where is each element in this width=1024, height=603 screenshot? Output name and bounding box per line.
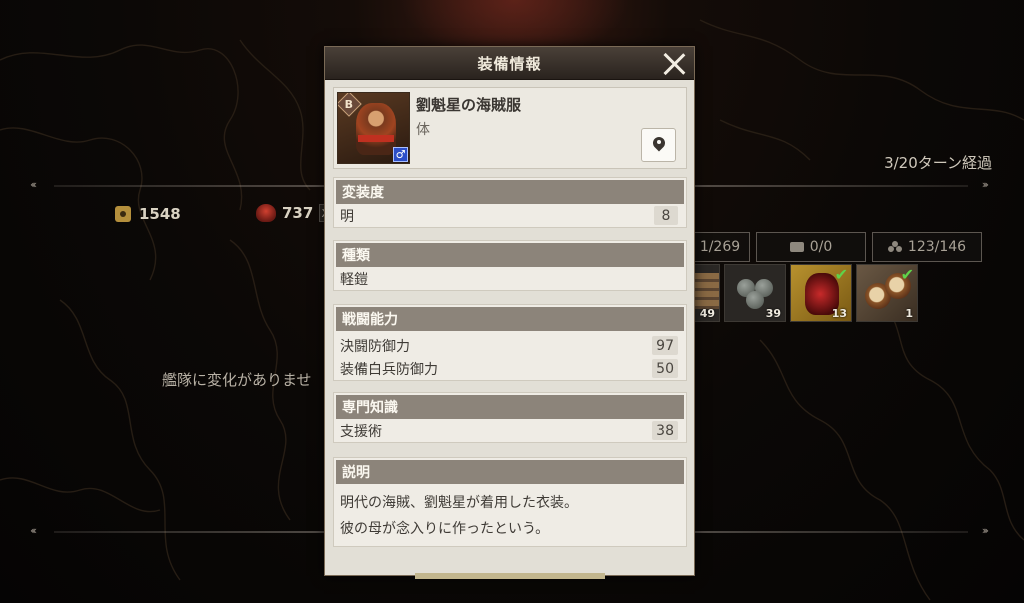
stat-box-1: 1/269 bbox=[690, 232, 750, 262]
section-combat: 戦闘能力 決闘防御力 97 装備白兵防御力 50 bbox=[333, 304, 687, 381]
stat-box-2: 0/0 bbox=[756, 232, 866, 262]
item-qty: 49 bbox=[699, 307, 715, 320]
dialog-header: 装備情報 bbox=[325, 47, 694, 80]
coin-icon bbox=[115, 206, 131, 222]
equipment-summary-card: B ♂ 劉魁星の海賊服 体 bbox=[333, 87, 687, 169]
item-qty: 1 bbox=[905, 307, 913, 320]
outfit-image bbox=[356, 103, 396, 155]
close-button[interactable] bbox=[660, 50, 688, 78]
stat-row: 支援術 38 bbox=[334, 419, 686, 442]
cargo-items-row: 49 39 ✔ 13 ✔ 1 bbox=[694, 264, 918, 322]
section-heading: 変装度 bbox=[336, 180, 684, 204]
cargo-icon bbox=[887, 241, 902, 253]
crew-resource: 737 X bbox=[256, 204, 332, 222]
cargo-item-nuts[interactable]: ✔ 1 bbox=[856, 264, 918, 322]
check-icon: ✔ bbox=[900, 265, 914, 284]
stat-value: 97 bbox=[652, 336, 678, 355]
stat-row: 軽鎧 bbox=[334, 267, 686, 290]
stat-label: 装備白兵防御力 bbox=[340, 361, 438, 378]
equipment-portrait: B ♂ bbox=[337, 92, 410, 164]
fleet-status-message: 艦隊に変化がありませ bbox=[162, 371, 312, 389]
stat-box-value: 1/269 bbox=[699, 239, 741, 255]
stat-value: 50 bbox=[652, 359, 678, 378]
gold-resource: 1548 bbox=[115, 205, 181, 223]
section-heading: 戦闘能力 bbox=[336, 307, 684, 331]
crew-value: 737 bbox=[282, 204, 314, 222]
dialog-title: 装備情報 bbox=[477, 54, 542, 73]
stat-value: 8 bbox=[654, 206, 678, 225]
cannon-icon bbox=[789, 242, 804, 252]
equipment-slot: 体 bbox=[416, 122, 430, 138]
map-pin-icon bbox=[653, 137, 665, 153]
cargo-item-stones[interactable]: 39 bbox=[724, 264, 786, 322]
description-line: 彼の母が念入りに作ったという。 bbox=[340, 521, 550, 537]
stat-label: 軽鎧 bbox=[340, 271, 368, 288]
cargo-item-wood[interactable]: 49 bbox=[694, 264, 720, 322]
stat-row: 決闘防御力 97 bbox=[334, 334, 686, 357]
item-qty: 13 bbox=[831, 307, 847, 320]
equipment-info-dialog: 装備情報 B ♂ 劉魁星の海賊服 体 変装度 明 8 種類 軽鎧 戦闘能力 決闘… bbox=[324, 46, 695, 579]
male-icon: ♂ bbox=[393, 147, 408, 162]
item-qty: 39 bbox=[765, 307, 781, 320]
stat-label: 支援術 bbox=[340, 423, 382, 440]
crew-icon bbox=[256, 204, 276, 222]
turn-status: 3/20ターン経過 bbox=[884, 154, 992, 172]
wood-icon bbox=[695, 273, 719, 309]
dialog-bottom-tab bbox=[415, 573, 605, 579]
description-text: 明代の海賊、劉魁星が着用した衣装。 彼の母が念入りに作ったという。 bbox=[334, 484, 686, 546]
gold-value: 1548 bbox=[139, 205, 181, 223]
section-description: 説明 明代の海賊、劉魁星が着用した衣装。 彼の母が念入りに作ったという。 bbox=[333, 457, 687, 547]
fleet-stat-boxes: 1/269 0/0 123/146 bbox=[690, 232, 982, 262]
section-disguise: 変装度 明 8 bbox=[333, 177, 687, 228]
stat-value: 38 bbox=[652, 421, 678, 440]
stat-box-value: 0/0 bbox=[809, 239, 833, 255]
section-heading: 専門知識 bbox=[336, 395, 684, 419]
stat-label: 決闘防御力 bbox=[340, 338, 410, 355]
section-heading: 説明 bbox=[336, 460, 684, 484]
outfit-belt bbox=[358, 135, 394, 142]
stat-row: 装備白兵防御力 50 bbox=[334, 357, 686, 380]
locate-button[interactable] bbox=[641, 128, 676, 162]
stat-box-value: 123/146 bbox=[907, 239, 967, 255]
section-heading: 種類 bbox=[336, 243, 684, 267]
description-line: 明代の海賊、劉魁星が着用した衣装。 bbox=[340, 495, 578, 511]
stones-icon bbox=[733, 275, 779, 309]
equipment-name: 劉魁星の海賊服 bbox=[416, 96, 522, 114]
stat-label: 明 bbox=[340, 208, 354, 225]
stat-row: 明 8 bbox=[334, 204, 686, 227]
section-expertise: 専門知識 支援術 38 bbox=[333, 392, 687, 443]
cargo-item-wine-jar[interactable]: ✔ 13 bbox=[790, 264, 852, 322]
stat-box-3: 123/146 bbox=[872, 232, 982, 262]
check-icon: ✔ bbox=[834, 265, 848, 284]
section-type: 種類 軽鎧 bbox=[333, 240, 687, 291]
